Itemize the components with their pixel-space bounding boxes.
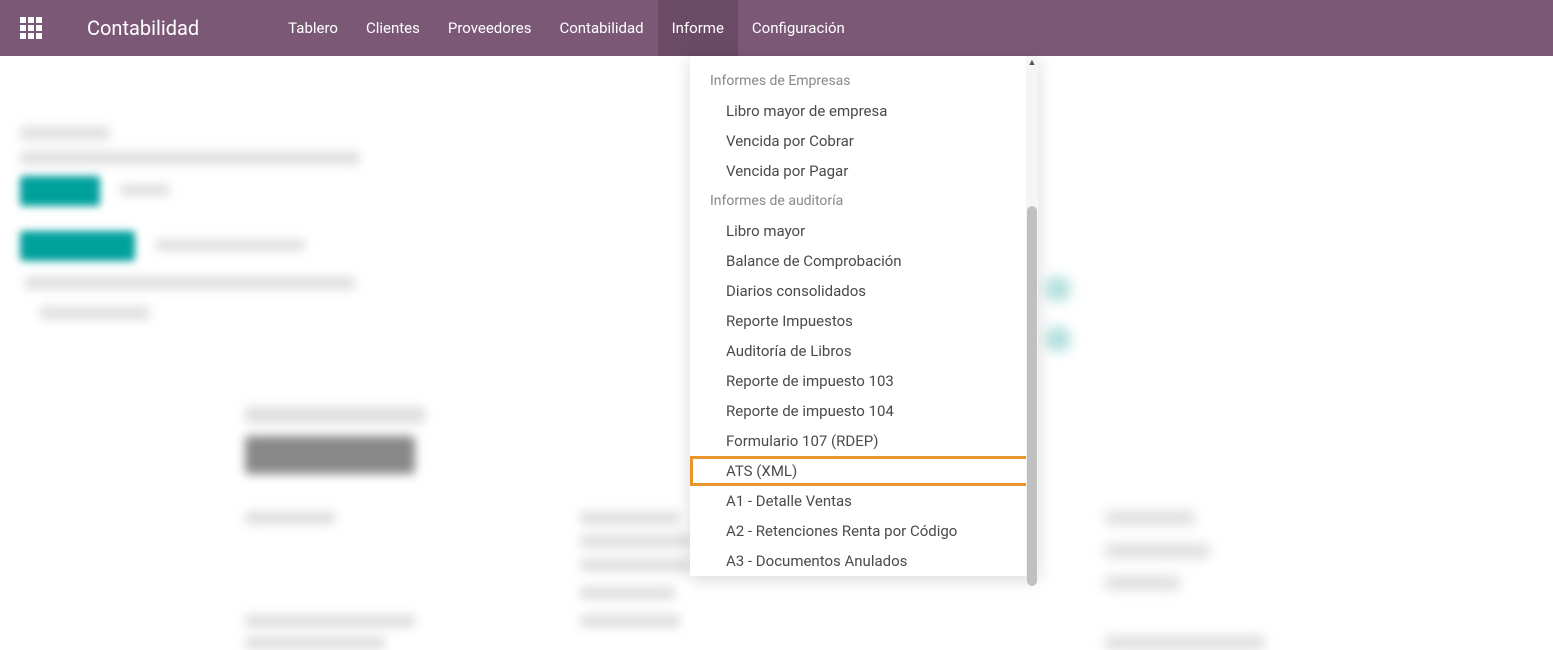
dropdown-header-auditoria: Informes de auditoría — [690, 186, 1038, 216]
nav-tablero[interactable]: Tablero — [274, 0, 352, 56]
dropdown-item-reporte-impuestos[interactable]: Reporte Impuestos — [690, 306, 1038, 336]
dropdown-item-a2-retenciones[interactable]: A2 - Retenciones Renta por Código — [690, 516, 1038, 546]
dropdown-item-vencida-pagar[interactable]: Vencida por Pagar — [690, 156, 1038, 186]
nav-informe[interactable]: Informe — [658, 0, 738, 56]
dropdown-item-reporte-104[interactable]: Reporte de impuesto 104 — [690, 396, 1038, 426]
brand-title: Contabilidad — [87, 16, 199, 40]
dropdown-item-balance-comprobacion[interactable]: Balance de Comprobación — [690, 246, 1038, 276]
dropdown-item-auditoria-libros[interactable]: Auditoría de Libros — [690, 336, 1038, 366]
dropdown-scrollbar[interactable]: ▲ — [1026, 56, 1038, 576]
dropdown-item-a1-ventas[interactable]: A1 - Detalle Ventas — [690, 486, 1038, 516]
informe-dropdown: ▲ Informes de Empresas Libro mayor de em… — [690, 56, 1038, 576]
dropdown-item-truncated[interactable] — [690, 54, 1038, 66]
dropdown-item-ats-xml[interactable]: ATS (XML) — [690, 456, 1038, 486]
apps-icon[interactable] — [20, 17, 42, 39]
nav-configuracion[interactable]: Configuración — [738, 0, 859, 56]
nav-contabilidad[interactable]: Contabilidad — [545, 0, 657, 56]
dropdown-item-vencida-cobrar[interactable]: Vencida por Cobrar — [690, 126, 1038, 156]
dropdown-item-diarios-consolidados[interactable]: Diarios consolidados — [690, 276, 1038, 306]
scroll-up-arrow[interactable]: ▲ — [1026, 56, 1038, 68]
dropdown-item-libro-mayor[interactable]: Libro mayor — [690, 216, 1038, 246]
nav-proveedores[interactable]: Proveedores — [434, 0, 546, 56]
scroll-thumb[interactable] — [1027, 206, 1037, 586]
dropdown-item-a3-anulados[interactable]: A3 - Documentos Anulados — [690, 546, 1038, 576]
dropdown-item-formulario-107[interactable]: Formulario 107 (RDEP) — [690, 426, 1038, 456]
top-navbar: Contabilidad Tablero Clientes Proveedore… — [0, 0, 1553, 56]
nav-clientes[interactable]: Clientes — [352, 0, 434, 56]
dropdown-header-empresas: Informes de Empresas — [690, 66, 1038, 96]
dropdown-item-reporte-103[interactable]: Reporte de impuesto 103 — [690, 366, 1038, 396]
dropdown-item-libro-mayor-empresa[interactable]: Libro mayor de empresa — [690, 96, 1038, 126]
